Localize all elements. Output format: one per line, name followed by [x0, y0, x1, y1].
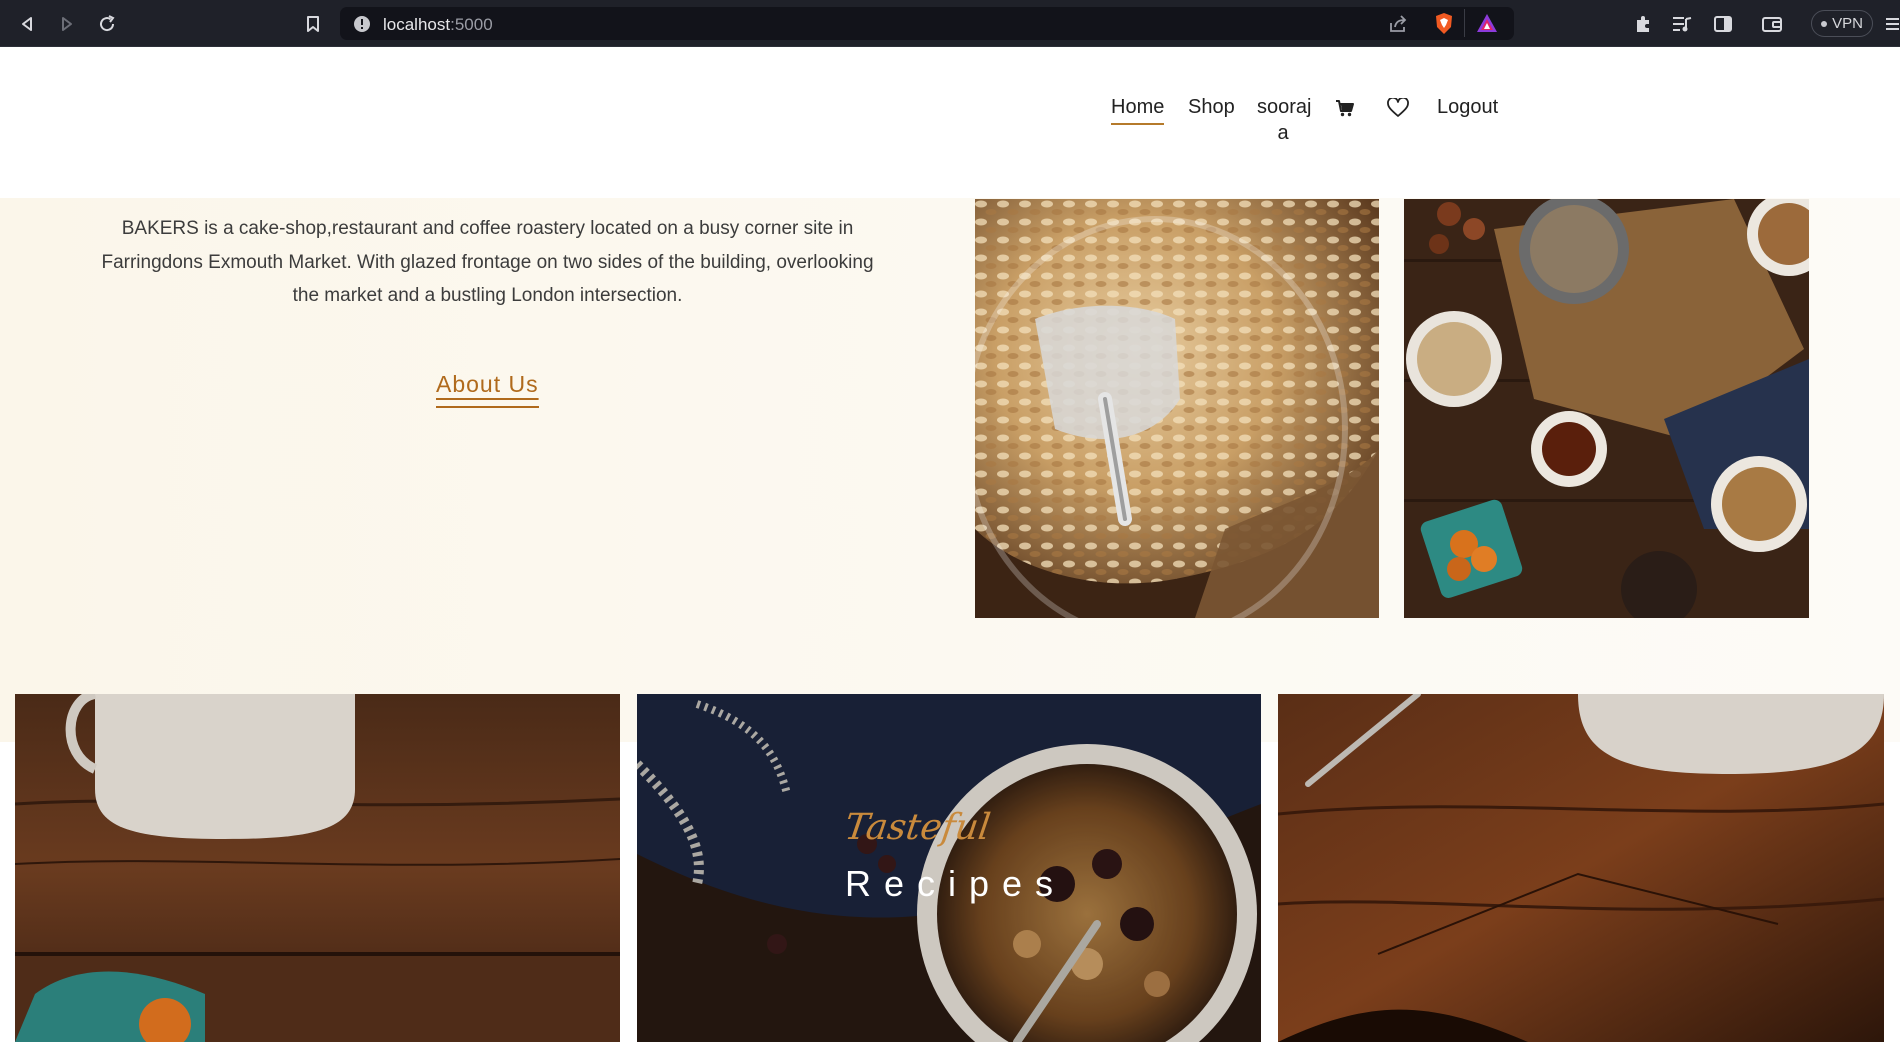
url-host: localhost	[383, 15, 451, 34]
sidebar-icon[interactable]	[1711, 12, 1735, 36]
menu-icon[interactable]	[1884, 12, 1900, 36]
nav-shop-link[interactable]: Shop	[1188, 94, 1235, 120]
about-description: BAKERS is a cake-shop,restaurant and cof…	[101, 218, 874, 306]
nav-home-link[interactable]: Home	[1111, 94, 1165, 125]
url-port: :5000	[450, 15, 493, 34]
nav-user-name-line1: sooraj	[1257, 96, 1312, 118]
site-info-icon[interactable]	[353, 15, 371, 37]
recipes-caption[interactable]: Tasteful Recipes	[842, 807, 1105, 927]
web-page: Home Shop sooraj a Logout BAKERS is a ca…	[0, 47, 1900, 1042]
bookmark-icon[interactable]	[301, 12, 325, 36]
nav-logout-link[interactable]: Logout	[1437, 94, 1498, 120]
vpn-label: VPN	[1832, 15, 1863, 32]
url-text: localhost:5000	[383, 15, 493, 35]
heart-icon[interactable]	[1387, 96, 1409, 122]
wallet-icon[interactable]	[1760, 12, 1784, 36]
wood-table-image	[1278, 694, 1884, 1042]
brave-rewards-icon[interactable]	[1476, 13, 1498, 37]
breakfast-table-image	[1404, 199, 1809, 618]
back-icon[interactable]	[15, 12, 39, 36]
nav-user-link[interactable]: sooraj a	[1257, 94, 1312, 146]
cart-icon[interactable]	[1335, 99, 1355, 121]
share-icon[interactable]	[1388, 14, 1408, 38]
address-bar[interactable]: localhost:5000	[340, 7, 1514, 40]
browser-toolbar: localhost:5000 VPN	[0, 0, 1900, 47]
brave-shields-icon[interactable]	[1433, 12, 1455, 40]
recipes-title: Recipes	[845, 863, 1067, 904]
divider	[1464, 9, 1465, 37]
recipes-script-label: Tasteful	[842, 807, 993, 848]
vpn-button[interactable]: VPN	[1811, 10, 1873, 37]
nav-user-name-line2: a	[1277, 122, 1289, 144]
playlist-icon[interactable]	[1670, 12, 1694, 36]
reload-icon[interactable]	[95, 12, 119, 36]
site-navbar: Home Shop sooraj a Logout	[0, 47, 1900, 198]
coffee-mug-image	[15, 694, 620, 1042]
extensions-icon[interactable]	[1631, 12, 1655, 36]
forward-icon[interactable]	[55, 12, 79, 36]
about-us-link[interactable]: About Us	[436, 371, 539, 408]
oats-jar-image	[975, 199, 1379, 618]
vpn-status-dot	[1821, 20, 1828, 27]
